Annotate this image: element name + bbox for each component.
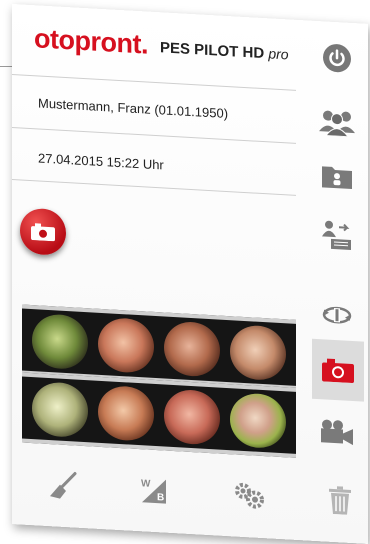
- divider: [12, 127, 296, 144]
- camera-icon: [322, 358, 354, 384]
- power-button[interactable]: [314, 39, 360, 78]
- rotate-icon: [322, 306, 352, 324]
- trash-icon: [329, 486, 351, 515]
- thumbnail-image[interactable]: [164, 320, 220, 378]
- product-title: PES PILOT HD: [160, 39, 265, 63]
- session-datetime: 27.04.2015 15:22 Uhr: [38, 150, 164, 173]
- thumbnail-image[interactable]: [98, 384, 154, 442]
- power-icon: [323, 44, 351, 73]
- capture-camera-icon: [31, 223, 55, 242]
- product-suffix: pro: [268, 45, 289, 63]
- transfer-button[interactable]: [314, 216, 360, 255]
- patients-button[interactable]: [314, 103, 360, 142]
- bottom-toolbar: W B: [12, 454, 368, 534]
- users-icon: [319, 110, 355, 138]
- video-camera-icon: [321, 419, 353, 446]
- white-balance-button[interactable]: W B: [132, 469, 176, 511]
- product-name: PES PILOT HD pro: [160, 39, 289, 63]
- thumbnail-image[interactable]: [32, 381, 88, 439]
- settings-gears-icon: [235, 482, 264, 509]
- thumbnail-image[interactable]: [230, 324, 286, 382]
- video-mode-button[interactable]: [314, 413, 360, 452]
- thumbnail-image[interactable]: [98, 316, 154, 374]
- svg-text:W: W: [141, 478, 151, 490]
- thumbnail-image[interactable]: [230, 392, 286, 450]
- patient-folder-button[interactable]: [314, 157, 360, 196]
- thumbnail-strip: [22, 372, 296, 458]
- white-balance-icon: W B: [141, 478, 166, 504]
- svg-text:B: B: [157, 492, 164, 503]
- divider: [12, 179, 296, 196]
- rotate-button[interactable]: [314, 296, 360, 335]
- delete-button[interactable]: [318, 479, 362, 521]
- settings-button[interactable]: [227, 474, 271, 516]
- capture-button[interactable]: [20, 207, 66, 257]
- clean-button[interactable]: [42, 464, 86, 506]
- clean-brush-icon: [50, 472, 77, 499]
- thumbnail-image[interactable]: [32, 313, 88, 371]
- thumbnail-image[interactable]: [164, 388, 220, 446]
- brand-logo: otopront.: [34, 23, 148, 60]
- transfer-icon: [322, 220, 351, 250]
- patient-folder-icon: [322, 166, 352, 190]
- patient-name[interactable]: Mustermann, Franz (01.01.1950): [38, 95, 228, 121]
- device-panel: otopront. PES PILOT HD pro Mustermann, F…: [12, 4, 368, 544]
- photo-mode-button[interactable]: [312, 338, 364, 402]
